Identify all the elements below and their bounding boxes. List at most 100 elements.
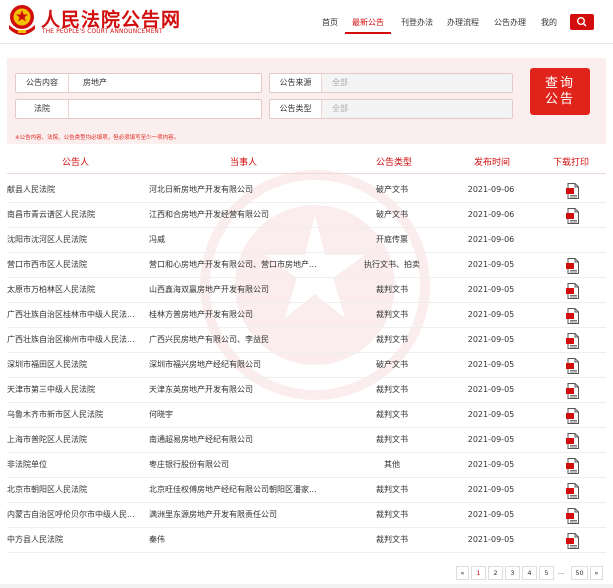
nav-handle[interactable]: 公告办理 <box>494 17 526 28</box>
query-label-2: 公告 <box>544 92 575 107</box>
table-row[interactable]: 乌鲁木齐市新市区人民法院 何晓宇 裁判文书 2021-09-05 <box>7 403 606 428</box>
pdf-download-icon[interactable] <box>566 208 579 224</box>
th-download: 下载打印 <box>553 158 590 168</box>
pager-page-4[interactable]: 4 <box>522 566 537 580</box>
pdf-download-icon[interactable] <box>566 408 579 424</box>
row-party[interactable]: 何晓宇 <box>149 403 347 428</box>
pager-page-2[interactable]: 2 <box>488 566 503 580</box>
row-announcer[interactable]: 广西壮族自治区桂林市中级人民法... <box>7 303 149 328</box>
row-party[interactable]: 枣庄银行股份有限公司 <box>149 453 347 478</box>
row-announcer[interactable]: 天津市第三中级人民法院 <box>7 378 149 403</box>
table-row[interactable]: 营口市西市区人民法院 营口和心房地产开发有限公司、营口市房地产... 执行文书、拍卖… <box>7 253 606 278</box>
content-label: 公告内容 <box>16 74 69 92</box>
row-party[interactable]: 广西兴民房地产有限公司、李益民 <box>149 328 347 353</box>
table-row[interactable]: 献县人民法院 河北日新房地产开发有限公司 破产文书 2021-09-06 <box>7 178 606 203</box>
row-party[interactable]: 北京旺佳权傅房地产经纪有限公司朝阳区潘家... <box>149 478 347 503</box>
row-party[interactable]: 冯威 <box>149 228 347 253</box>
pdf-download-icon[interactable] <box>566 383 579 399</box>
pager-page-1[interactable]: 1 <box>471 566 486 580</box>
court-field[interactable]: 法院 <box>15 99 262 119</box>
pdf-download-icon[interactable] <box>566 433 579 449</box>
nav-process[interactable]: 办理流程 <box>447 17 479 28</box>
table-row[interactable]: 内蒙古自治区呼伦贝尔市中级人民... 满洲里东源房地产开发有限责任公司 裁判文书 20… <box>7 503 606 528</box>
row-type: 裁判文书 <box>376 435 408 444</box>
table-row[interactable]: 深圳市福田区人民法院 深圳市福兴房地产经纪有限公司 破产文书 2021-09-05 <box>7 353 606 378</box>
nav-publish-method[interactable]: 刊登办法 <box>401 17 433 28</box>
row-announcer[interactable]: 北京市朝阳区人民法院 <box>7 478 149 503</box>
nav-home[interactable]: 首页 <box>322 17 338 28</box>
row-party[interactable]: 秦伟 <box>149 528 347 553</box>
site-header: 人民法院公告网 THE PEOPLE'S COURT ANNOUNCEMENT … <box>0 0 613 44</box>
pdf-download-icon[interactable] <box>566 258 579 274</box>
pdf-download-icon[interactable] <box>566 533 579 549</box>
row-date: 2021-09-05 <box>467 260 515 269</box>
table-header-divider <box>7 173 606 174</box>
table-row[interactable]: 中方县人民法院 秦伟 裁判文书 2021-09-05 <box>7 528 606 553</box>
table-row[interactable]: 上海市普陀区人民法院 南通超易房地产经纪有限公司 裁判文书 2021-09-05 <box>7 428 606 453</box>
source-field[interactable]: 公告来源 全部 <box>269 73 513 93</box>
pager-page-3[interactable]: 3 <box>505 566 520 580</box>
pdf-download-icon[interactable] <box>566 333 579 349</box>
row-announcer[interactable]: 沈阳市沈河区人民法院 <box>7 228 149 253</box>
row-party[interactable]: 天津东英房地产开发有限公司 <box>149 378 347 403</box>
row-announcer[interactable]: 上海市普陀区人民法院 <box>7 428 149 453</box>
row-type: 裁判文书 <box>376 485 408 494</box>
row-type: 裁判文书 <box>376 385 408 394</box>
pager-next[interactable]: » <box>590 566 603 580</box>
pdf-download-icon[interactable] <box>566 483 579 499</box>
table-row[interactable]: 南昌市青云谱区人民法院 江西和合房地产开发经营有限公司 破产文书 2021-09-06 <box>7 203 606 228</box>
row-party[interactable]: 深圳市福兴房地产经纪有限公司 <box>149 353 347 378</box>
pager-prev[interactable]: « <box>456 566 469 580</box>
search-icon <box>576 17 587 27</box>
row-party[interactable]: 营口和心房地产开发有限公司、营口市房地产... <box>149 253 347 278</box>
pdf-download-icon[interactable] <box>566 183 579 199</box>
row-announcer[interactable]: 深圳市福田区人民法院 <box>7 353 149 378</box>
row-announcer[interactable]: 中方县人民法院 <box>7 528 149 553</box>
query-button[interactable]: 查询 公告 <box>530 68 590 115</box>
row-announcer[interactable]: 乌鲁木齐市新市区人民法院 <box>7 403 149 428</box>
row-party[interactable]: 桂林方普房地产开发有限公司 <box>149 303 347 328</box>
table-row[interactable]: 天津市第三中级人民法院 天津东英房地产开发有限公司 裁判文书 2021-09-05 <box>7 378 606 403</box>
row-type: 破产文书 <box>376 210 408 219</box>
row-date: 2021-09-05 <box>467 385 515 394</box>
nav-mine[interactable]: 我的 <box>541 17 557 28</box>
table-row[interactable]: 广西壮族自治区桂林市中级人民法... 桂林方普房地产开发有限公司 裁判文书 2021-… <box>7 303 606 328</box>
source-select[interactable]: 全部 <box>322 74 512 92</box>
row-party[interactable]: 江西和合房地产开发经营有限公司 <box>149 203 347 228</box>
pager-page-last[interactable]: 50 <box>571 566 588 580</box>
table-row[interactable]: 广西壮族自治区柳州市中级人民法... 广西兴民房地产有限公司、李益民 裁判文书 202… <box>7 328 606 353</box>
pdf-download-icon[interactable] <box>566 283 579 299</box>
row-date: 2021-09-05 <box>467 435 515 444</box>
row-party[interactable]: 河北日新房地产开发有限公司 <box>149 178 347 203</box>
row-announcer[interactable]: 南昌市青云谱区人民法院 <box>7 203 149 228</box>
pdf-download-icon[interactable] <box>566 508 579 524</box>
table-row[interactable]: 太原市万柏林区人民法院 山西鑫海双赢房地产开发有限公司 裁判文书 2021-09-05 <box>7 278 606 303</box>
site-logo[interactable]: 人民法院公告网 THE PEOPLE'S COURT ANNOUNCEMENT <box>5 3 235 39</box>
row-party[interactable]: 南通超易房地产经纪有限公司 <box>149 428 347 453</box>
row-announcer[interactable]: 献县人民法院 <box>7 178 149 203</box>
content-input[interactable]: 房地产 <box>83 74 107 92</box>
site-name: 人民法院公告网 <box>41 9 182 31</box>
type-select[interactable]: 全部 <box>322 100 512 118</box>
row-announcer[interactable]: 营口市西市区人民法院 <box>7 253 149 278</box>
pdf-download-icon[interactable] <box>566 458 579 474</box>
table-row[interactable]: 沈阳市沈河区人民法院 冯威 开庭传票 2021-09-06 <box>7 228 606 253</box>
footer-strip <box>0 584 613 588</box>
pager-page-5[interactable]: 5 <box>539 566 554 580</box>
header-search-button[interactable] <box>570 14 594 30</box>
row-party[interactable]: 山西鑫海双赢房地产开发有限公司 <box>149 278 347 303</box>
pdf-download-icon[interactable] <box>566 358 579 374</box>
row-announcer[interactable]: 内蒙古自治区呼伦贝尔市中级人民... <box>7 503 149 528</box>
row-date: 2021-09-05 <box>467 510 515 519</box>
table-row[interactable]: 北京市朝阳区人民法院 北京旺佳权傅房地产经纪有限公司朝阳区潘家... 裁判文书 202… <box>7 478 606 503</box>
table-row[interactable]: 非法院单位 枣庄银行股份有限公司 其他 2021-09-05 <box>7 453 606 478</box>
nav-latest[interactable]: 最新公告 <box>352 17 384 28</box>
row-type: 其他 <box>384 460 400 469</box>
content-field[interactable]: 公告内容 房地产 <box>15 73 262 93</box>
row-announcer[interactable]: 广西壮族自治区柳州市中级人民法... <box>7 328 149 353</box>
row-announcer[interactable]: 太原市万柏林区人民法院 <box>7 278 149 303</box>
pdf-download-icon[interactable] <box>566 308 579 324</box>
type-field[interactable]: 公告类型 全部 <box>269 99 513 119</box>
row-party[interactable]: 满洲里东源房地产开发有限责任公司 <box>149 503 347 528</box>
row-announcer[interactable]: 非法院单位 <box>7 453 149 478</box>
